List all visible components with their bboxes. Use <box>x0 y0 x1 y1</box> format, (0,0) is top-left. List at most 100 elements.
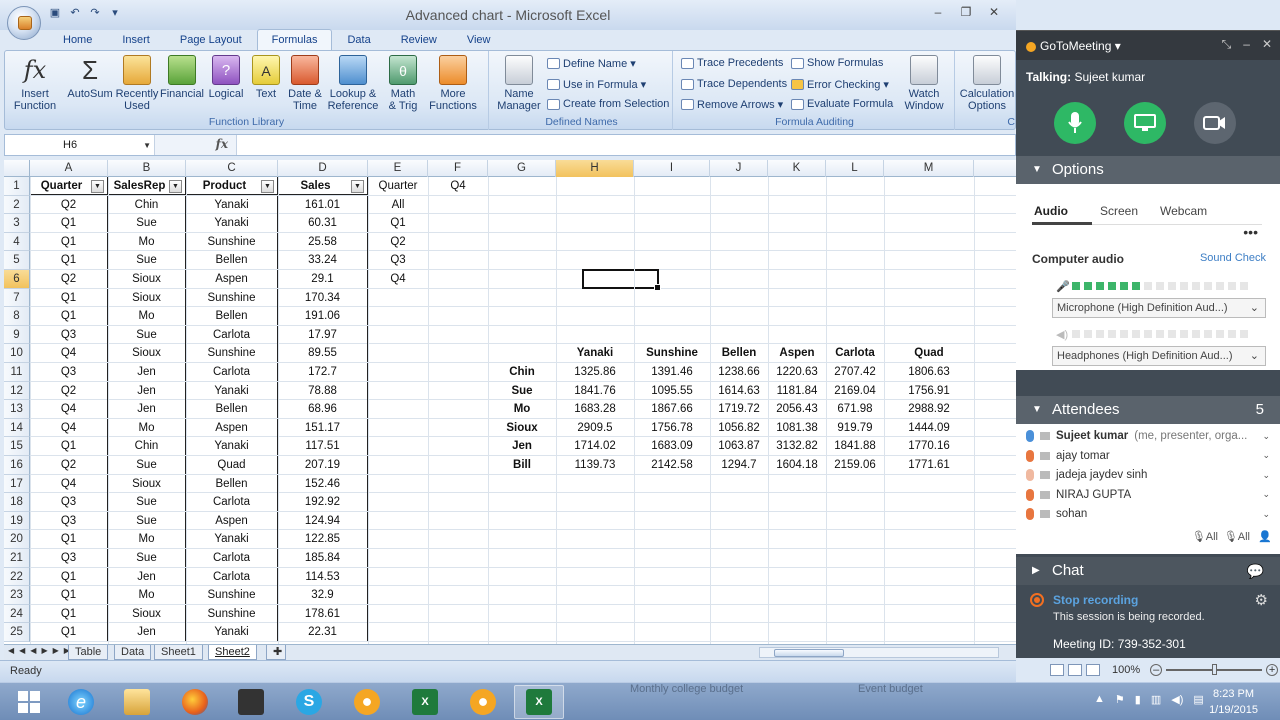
cell-i15[interactable]: 1683.09 <box>634 437 710 455</box>
cell-g14[interactable]: Sioux <box>488 419 556 437</box>
cell-b2[interactable]: Chin <box>108 195 186 214</box>
use-in-formula-button[interactable]: Use in Formula ▾ <box>547 78 646 91</box>
cell-a11[interactable]: Q3 <box>30 363 108 381</box>
text-button[interactable]: A Text <box>249 55 283 100</box>
cell-k11[interactable]: 1220.63 <box>768 363 826 381</box>
cell-c3[interactable]: Yanaki <box>186 214 278 233</box>
cell-c5[interactable]: Bellen <box>186 251 278 270</box>
tab-view[interactable]: View <box>452 29 506 50</box>
sound-check-link[interactable]: Sound Check <box>1200 252 1266 264</box>
microphone-icon[interactable] <box>1026 488 1034 501</box>
zoom-slider[interactable] <box>1166 664 1263 675</box>
row-header-6[interactable]: 6 <box>4 270 30 289</box>
calculation-options-button[interactable]: Calculation Options <box>959 55 1015 112</box>
row-header-24[interactable]: 24 <box>4 604 30 624</box>
cell-a24[interactable]: Q1 <box>30 604 108 623</box>
insert-sheet-icon[interactable]: ✚ <box>266 645 286 660</box>
cell-l15[interactable]: 1841.88 <box>826 437 884 455</box>
cell-b4[interactable]: Mo <box>108 232 186 251</box>
tab-page-layout[interactable]: Page Layout <box>165 29 257 50</box>
cell-c10[interactable]: Sunshine <box>186 344 278 363</box>
cell-c7[interactable]: Sunshine <box>186 288 278 307</box>
column-header-k[interactable]: K <box>768 160 826 177</box>
cell-b7[interactable]: Sioux <box>108 288 186 307</box>
cell-d19[interactable]: 124.94 <box>278 511 368 530</box>
cell-k10[interactable]: Aspen <box>768 344 826 362</box>
cell-c20[interactable]: Yanaki <box>186 530 278 549</box>
chevron-down-icon[interactable]: ⌄ <box>1262 470 1270 481</box>
cell-b22[interactable]: Jen <box>108 567 186 586</box>
cell-j10[interactable]: Bellen <box>710 344 768 362</box>
taskbar-gotomeeting-1[interactable] <box>342 685 392 719</box>
row-header-23[interactable]: 23 <box>4 586 30 605</box>
taskbar-excel-active[interactable]: X <box>514 685 564 719</box>
options-section-header[interactable]: ▼ Options <box>1016 156 1280 184</box>
cell-d15[interactable]: 117.51 <box>278 437 368 456</box>
normal-view-icon[interactable] <box>1050 664 1064 676</box>
cell-j16[interactable]: 1294.7 <box>710 456 768 474</box>
cell-d4[interactable]: 25.58 <box>278 232 368 251</box>
chevron-down-icon[interactable]: ⌄ <box>1262 450 1270 461</box>
close-button[interactable]: ✕ <box>980 3 1008 21</box>
row-header-17[interactable]: 17 <box>4 474 30 494</box>
cell-j12[interactable]: 1614.63 <box>710 382 768 400</box>
attendee-item[interactable]: sohan ⌄ <box>1026 508 1270 520</box>
math-trig-button[interactable]: θ Math & Trig <box>383 55 423 112</box>
cell-k16[interactable]: 1604.18 <box>768 456 826 474</box>
cell-c23[interactable]: Sunshine <box>186 586 278 605</box>
column-header-a[interactable]: A <box>30 160 108 177</box>
sheet-tab-data[interactable]: Data <box>114 645 152 660</box>
microphone-icon[interactable] <box>1026 469 1034 481</box>
cell-a21[interactable]: Q3 <box>30 549 108 567</box>
cell-c22[interactable]: Carlota <box>186 567 278 586</box>
cell-g11[interactable]: Chin <box>488 363 556 381</box>
cell-c4[interactable]: Sunshine <box>186 232 278 251</box>
action-center-icon[interactable]: ⚑ <box>1115 693 1125 706</box>
logical-button[interactable]: ? Logical <box>205 55 247 100</box>
row-header-3[interactable]: 3 <box>4 214 30 233</box>
cell-a18[interactable]: Q3 <box>30 493 108 512</box>
cell-b16[interactable]: Sue <box>108 456 186 474</box>
network-icon[interactable]: ▥ <box>1151 693 1161 706</box>
cell-l14[interactable]: 919.79 <box>826 419 884 437</box>
cell-l10[interactable]: Carlota <box>826 344 884 362</box>
row-header-20[interactable]: 20 <box>4 530 30 549</box>
more-options-icon[interactable]: ••• <box>1243 224 1258 240</box>
cell-l11[interactable]: 2707.42 <box>826 363 884 381</box>
cell-d7[interactable]: 170.34 <box>278 288 368 307</box>
cell-d20[interactable]: 122.85 <box>278 530 368 549</box>
column-header-m[interactable]: M <box>884 160 974 177</box>
cell-a15[interactable]: Q1 <box>30 437 108 456</box>
attendee-item[interactable]: jadeja jaydev sinh ⌄ <box>1026 469 1270 481</box>
horizontal-scrollbar[interactable] <box>759 647 999 658</box>
cell-m13[interactable]: 2988.92 <box>884 400 974 418</box>
microphone-button[interactable] <box>1054 102 1096 144</box>
page-layout-view-icon[interactable] <box>1068 664 1082 676</box>
cell-i14[interactable]: 1756.78 <box>634 419 710 437</box>
cell-g13[interactable]: Mo <box>488 400 556 418</box>
cell-a14[interactable]: Q4 <box>30 418 108 437</box>
chevron-down-icon[interactable]: ⌄ <box>1262 509 1270 520</box>
cell-b24[interactable]: Sioux <box>108 604 186 623</box>
filter-dropdown-icon[interactable]: ▼ <box>169 180 182 193</box>
tab-formulas[interactable]: Formulas <box>256 29 333 50</box>
row-header-11[interactable]: 11 <box>4 363 30 382</box>
minimize-button[interactable]: – <box>924 3 952 21</box>
cell-c14[interactable]: Aspen <box>186 418 278 437</box>
cell-b8[interactable]: Mo <box>108 307 186 326</box>
name-box[interactable]: H6 ▼ <box>5 135 155 155</box>
tab-review[interactable]: Review <box>386 29 452 50</box>
row-header-12[interactable]: 12 <box>4 381 30 401</box>
cell-d3[interactable]: 60.31 <box>278 214 368 233</box>
attendee-item[interactable]: NIRAJ GUPTA ⌄ <box>1026 488 1270 501</box>
tab-data[interactable]: Data <box>332 29 385 50</box>
cell-c21[interactable]: Carlota <box>186 549 278 567</box>
cell-i13[interactable]: 1867.66 <box>634 400 710 418</box>
filter-dropdown-icon[interactable]: ▼ <box>91 180 104 193</box>
row-header-1[interactable]: 1 <box>4 177 30 196</box>
row-header-14[interactable]: 14 <box>4 418 30 438</box>
cell-c15[interactable]: Yanaki <box>186 437 278 456</box>
headphones-select[interactable]: Headphones (High Definition Aud...) ⌄ <box>1052 346 1266 366</box>
cell-d10[interactable]: 89.55 <box>278 344 368 363</box>
more-functions-button[interactable]: More Functions <box>425 55 481 112</box>
